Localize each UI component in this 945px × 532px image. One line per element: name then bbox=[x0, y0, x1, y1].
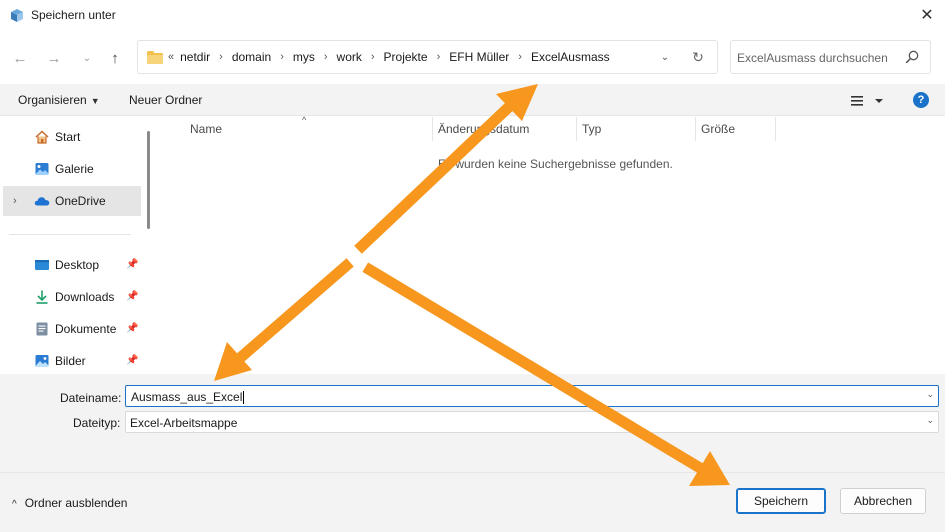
new-folder-button[interactable]: Neuer Ordner bbox=[129, 93, 202, 107]
sidebar-item-galerie[interactable]: Galerie bbox=[3, 154, 141, 184]
overflow-icon[interactable]: « bbox=[168, 51, 174, 63]
forward-button[interactable]: → bbox=[43, 47, 65, 69]
search-icon bbox=[905, 50, 919, 64]
sidebar-item-onedrive[interactable]: › OneDrive bbox=[3, 186, 141, 216]
column-header-size[interactable]: Größe bbox=[695, 117, 775, 141]
address-bar[interactable]: « netdir › domain › mys › work › Projekt… bbox=[137, 40, 718, 74]
up-button[interactable]: ↑ bbox=[104, 47, 126, 69]
sidebar-item-desktop[interactable]: Desktop 📌 bbox=[3, 250, 141, 280]
arrow-left-icon: ← bbox=[12, 49, 28, 67]
column-header-date[interactable]: Änderungsdatum bbox=[432, 117, 576, 141]
refresh-button[interactable]: ↻ bbox=[689, 48, 707, 66]
sidebar-item-label: Galerie bbox=[55, 162, 94, 176]
recent-locations-button[interactable]: ⌄ bbox=[76, 47, 98, 69]
gallery-icon bbox=[35, 163, 49, 175]
crumb-separator[interactable]: › bbox=[280, 51, 284, 63]
cancel-button[interactable]: Abbrechen bbox=[840, 488, 926, 514]
refresh-icon: ↻ bbox=[692, 48, 704, 65]
sidebar-divider bbox=[9, 234, 131, 235]
footer-divider bbox=[0, 472, 945, 473]
navigation-pane: Start Galerie › OneDrive Desktop 📌 Downl… bbox=[0, 117, 156, 374]
organize-label: Organisieren bbox=[18, 93, 87, 107]
hide-folders-button[interactable]: ^ Ordner ausblenden bbox=[12, 496, 127, 510]
crumb-efh-mueller[interactable]: EFH Müller bbox=[449, 50, 509, 64]
crumb-domain[interactable]: domain bbox=[232, 50, 271, 64]
hide-folders-label: Ordner ausblenden bbox=[24, 496, 128, 510]
help-button[interactable]: ? bbox=[913, 92, 929, 108]
sidebar-item-label: Start bbox=[55, 130, 81, 144]
text-cursor bbox=[243, 391, 245, 405]
column-separator[interactable] bbox=[775, 117, 776, 141]
crumb-separator[interactable]: › bbox=[518, 51, 522, 63]
sidebar-scrollbar[interactable] bbox=[147, 131, 150, 229]
organize-button[interactable]: Organisieren ▼ bbox=[18, 93, 100, 107]
arrow-up-icon: ↑ bbox=[111, 49, 119, 67]
save-form: Dateiname: Ausmass_aus_Excel ⌄ Dateityp:… bbox=[0, 374, 945, 532]
save-button[interactable]: Speichern bbox=[736, 488, 826, 514]
chevron-down-icon[interactable]: ⌄ bbox=[926, 389, 934, 400]
address-dropdown-button[interactable]: ⌄ bbox=[657, 49, 673, 65]
file-list: ^ Name Änderungsdatum Typ Größe Es wurde… bbox=[156, 115, 945, 374]
chevron-down-icon: ⌄ bbox=[926, 415, 934, 425]
pin-icon[interactable]: 📌 bbox=[126, 259, 138, 271]
desktop-icon bbox=[35, 260, 49, 270]
navigation-bar: ← → ⌄ ↑ « netdir › domain › mys › work ›… bbox=[0, 30, 945, 84]
arrow-right-icon: → bbox=[46, 49, 62, 67]
crumb-separator[interactable]: › bbox=[437, 51, 441, 63]
chevron-right-icon[interactable]: › bbox=[13, 195, 17, 207]
crumb-separator[interactable]: › bbox=[371, 51, 375, 63]
sidebar-item-label: Downloads bbox=[55, 290, 115, 304]
column-header-name[interactable]: Name bbox=[184, 117, 432, 141]
onedrive-icon bbox=[34, 197, 50, 206]
filename-value: Ausmass_aus_Excel bbox=[131, 390, 243, 404]
filename-label: Dateiname: bbox=[60, 391, 122, 405]
crumb-excelausmass[interactable]: ExcelAusmass bbox=[531, 50, 610, 64]
sidebar-item-label: Dokumente bbox=[55, 322, 117, 336]
sidebar-item-downloads[interactable]: Downloads 📌 bbox=[3, 282, 141, 312]
sidebar-item-start[interactable]: Start bbox=[3, 122, 141, 152]
sidebar-item-label: Bilder bbox=[55, 354, 86, 368]
pin-icon[interactable]: 📌 bbox=[126, 355, 138, 367]
pictures-icon bbox=[35, 355, 49, 367]
crumb-work[interactable]: work bbox=[337, 50, 362, 64]
caret-down-icon: ▼ bbox=[90, 96, 100, 106]
back-button[interactable]: ← bbox=[9, 47, 31, 69]
sidebar-item-label: Desktop bbox=[55, 258, 100, 272]
folder-icon bbox=[147, 51, 163, 64]
app-icon bbox=[11, 9, 23, 22]
documents-icon bbox=[36, 322, 48, 336]
window-title: Speichern unter bbox=[31, 8, 116, 22]
search-input[interactable]: ExcelAusmass durchsuchen bbox=[730, 40, 931, 74]
breadcrumb: « netdir › domain › mys › work › Projekt… bbox=[168, 41, 610, 73]
filename-input[interactable]: Ausmass_aus_Excel ⌄ bbox=[125, 385, 939, 407]
command-bar: Organisieren ▼ Neuer Ordner ? bbox=[0, 84, 945, 116]
crumb-mys[interactable]: mys bbox=[293, 50, 315, 64]
sidebar-item-dokumente[interactable]: Dokumente 📌 bbox=[3, 314, 141, 344]
crumb-separator[interactable]: › bbox=[324, 51, 328, 63]
sidebar-item-label: OneDrive bbox=[55, 194, 106, 208]
crumb-projekte[interactable]: Projekte bbox=[384, 50, 428, 64]
title-bar: Speichern unter ✕ bbox=[0, 0, 945, 30]
downloads-icon bbox=[36, 290, 48, 304]
filetype-select[interactable]: Excel-Arbeitsmappe ⌄ bbox=[125, 411, 939, 433]
pin-icon[interactable]: 📌 bbox=[126, 291, 138, 303]
sidebar-item-bilder[interactable]: Bilder 📌 bbox=[3, 346, 141, 376]
crumb-separator[interactable]: › bbox=[219, 51, 223, 63]
filetype-label: Dateityp: bbox=[73, 416, 121, 430]
chevron-up-icon: ^ bbox=[12, 499, 17, 510]
column-header-type[interactable]: Typ bbox=[576, 117, 695, 141]
close-button[interactable]: ✕ bbox=[909, 0, 945, 30]
pin-icon[interactable]: 📌 bbox=[126, 323, 138, 335]
chevron-down-icon: ⌄ bbox=[660, 51, 670, 63]
crumb-netdir[interactable]: netdir bbox=[180, 50, 210, 64]
chevron-down-icon: ⌄ bbox=[82, 52, 92, 64]
home-icon bbox=[35, 130, 49, 144]
view-options-button[interactable] bbox=[849, 92, 889, 110]
search-placeholder: ExcelAusmass durchsuchen bbox=[737, 51, 888, 65]
close-icon: ✕ bbox=[920, 7, 934, 24]
filetype-value: Excel-Arbeitsmappe bbox=[130, 416, 238, 430]
empty-message: Es wurden keine Suchergebnisse gefunden. bbox=[438, 157, 673, 171]
